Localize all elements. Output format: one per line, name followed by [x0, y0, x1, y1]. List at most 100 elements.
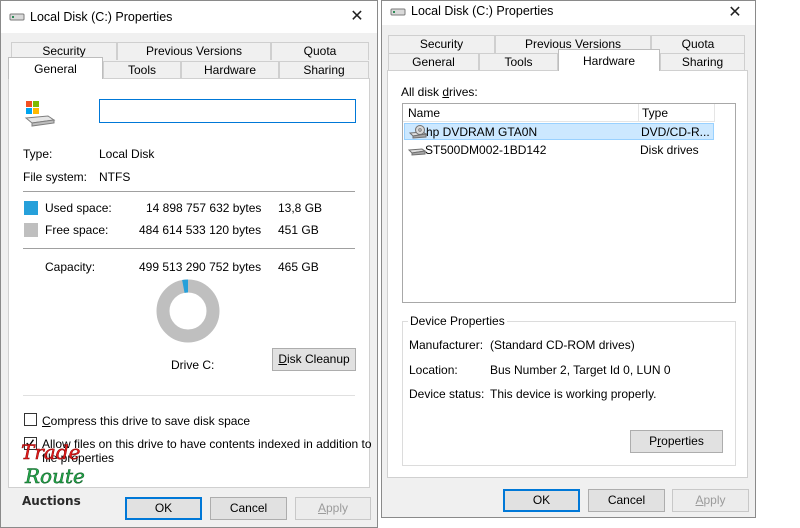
label-text: All disk	[401, 85, 443, 99]
title-bar[interactable]: Local Disk (C:) Properties ✕	[382, 1, 755, 25]
close-icon[interactable]: ✕	[343, 4, 371, 30]
type-value: Local Disk	[99, 147, 155, 161]
drive-name-input[interactable]	[99, 99, 356, 123]
tab-sharing[interactable]: Sharing	[279, 61, 369, 79]
tab-tools[interactable]: Tools	[103, 61, 181, 79]
tab-label: Tools	[504, 55, 533, 69]
filesystem-label: File system:	[23, 170, 88, 184]
tab-label: Security	[42, 44, 86, 58]
tab-label: Tools	[127, 63, 156, 77]
free-space-bytes: 484 614 533 120 bytes	[139, 223, 262, 237]
properties-button[interactable]: Properties	[630, 430, 723, 453]
drive-icon	[9, 13, 25, 21]
window-title: Local Disk (C:) Properties	[30, 10, 173, 24]
type-label: Type:	[23, 147, 53, 161]
tab-quota[interactable]: Quota	[651, 35, 745, 53]
ok-button[interactable]: OK	[503, 489, 580, 512]
divider	[23, 395, 355, 396]
manufacturer-label: Manufacturer:	[409, 338, 484, 352]
title-bar[interactable]: Local Disk (C:) Properties ✕	[1, 1, 377, 33]
drive-type: Disk drives	[640, 143, 699, 157]
used-space-swatch	[24, 201, 38, 215]
tab-tools[interactable]: Tools	[479, 53, 558, 71]
drive-name: ST500DM002-1BD142	[425, 143, 547, 157]
used-space-bytes: 14 898 757 632 bytes	[146, 201, 262, 215]
drive-label: Drive C:	[171, 358, 215, 372]
svg-text:Trade: Trade	[21, 441, 80, 464]
apply-button[interactable]: Apply	[672, 489, 749, 512]
tab-general[interactable]: General	[388, 53, 479, 71]
tab-general[interactable]: General	[8, 57, 103, 79]
svg-text:Route: Route	[24, 464, 85, 488]
free-space-label: Free space:	[45, 223, 109, 237]
drive-name: hp DVDRAM GTA0N	[426, 125, 538, 139]
label-text: ompress this drive to save disk space	[50, 414, 251, 428]
cancel-button[interactable]: Cancel	[210, 497, 287, 520]
capacity-bytes: 499 513 290 752 bytes	[139, 260, 262, 274]
device-properties-title: Device Properties	[408, 314, 507, 328]
used-space-label: Used space:	[45, 201, 112, 215]
location-label: Location:	[409, 363, 458, 377]
properties-dialog-hardware: Local Disk (C:) Properties ✕ Security Pr…	[381, 0, 756, 518]
location-value: Bus Number 2, Target Id 0, LUN 0	[490, 363, 671, 377]
tab-quota[interactable]: Quota	[271, 42, 369, 60]
free-space-swatch	[24, 223, 38, 237]
manufacturer-value: (Standard CD-ROM drives)	[490, 338, 635, 352]
tab-hardware[interactable]: Hardware	[181, 61, 279, 79]
tab-label: Security	[419, 37, 464, 51]
button-label: P	[649, 434, 658, 448]
drive-icon	[390, 8, 406, 16]
divider	[23, 191, 355, 192]
usage-donut-chart	[156, 279, 220, 343]
tab-label: Hardware	[203, 63, 257, 77]
properties-dialog-general: Local Disk (C:) Properties ✕ Security Pr…	[0, 0, 378, 528]
window-title: Local Disk (C:) Properties	[411, 4, 554, 18]
accelerator-key: D	[278, 352, 287, 366]
tab-hardware[interactable]: Hardware	[558, 49, 660, 71]
button-label: pply	[703, 493, 726, 507]
apply-button[interactable]: Apply	[295, 497, 371, 520]
tab-label: Quota	[681, 37, 715, 51]
tab-label: Sharing	[303, 63, 345, 77]
button-label: pply	[326, 501, 349, 515]
ok-button[interactable]: OK	[125, 497, 202, 520]
tab-label: General	[34, 62, 77, 76]
tab-security[interactable]: Security	[388, 35, 495, 53]
disk-cleanup-button[interactable]: Disk Cleanup	[272, 348, 356, 371]
column-header-type[interactable]: Type	[639, 104, 715, 122]
device-status-label: Device status:	[409, 387, 485, 401]
accelerator-key: A	[317, 501, 326, 515]
capacity-size: 465 GB	[278, 260, 319, 274]
tab-label: Hardware	[582, 54, 636, 68]
hard-drive-icon	[408, 148, 426, 156]
tab-label: Quota	[303, 44, 337, 58]
button-label: operties	[661, 434, 704, 448]
tab-label: Sharing	[681, 55, 724, 69]
hardware-panel: All disk drives: Name Type hp DVDRAM GTA…	[387, 70, 748, 478]
device-status-value: This device is working properly.	[490, 387, 657, 401]
column-header-name[interactable]: Name	[403, 104, 639, 122]
optical-drive-icon	[409, 125, 427, 139]
all-drives-label: All disk drives:	[401, 85, 478, 99]
divider	[23, 248, 355, 249]
list-item[interactable]: ST500DM002-1BD142 Disk drives	[404, 142, 714, 159]
tab-label: General	[412, 55, 455, 69]
drive-type: DVD/CD-R...	[641, 125, 710, 139]
cancel-button[interactable]: Cancel	[588, 489, 665, 512]
accelerator-key: C	[42, 414, 51, 428]
tab-sharing[interactable]: Sharing	[660, 53, 745, 71]
free-space-arc	[156, 279, 220, 343]
close-icon[interactable]: ✕	[721, 0, 749, 26]
general-panel: Type: Local Disk File system: NTFS Used …	[8, 78, 372, 488]
free-space-size: 451 GB	[278, 223, 319, 237]
drives-list[interactable]: Name Type hp DVDRAM GTA0N DVD/CD-R... ST…	[402, 103, 736, 303]
svg-text:Auctions: Auctions	[22, 494, 81, 508]
tab-previous-versions[interactable]: Previous Versions	[117, 42, 271, 60]
accelerator-key: A	[695, 493, 704, 507]
capacity-label: Capacity:	[45, 260, 96, 274]
label-text: rives:	[449, 85, 478, 99]
trade-route-watermark-logo: Trade Route Auctions	[21, 441, 85, 508]
compress-checkbox[interactable]	[24, 413, 37, 426]
list-item[interactable]: hp DVDRAM GTA0N DVD/CD-R...	[404, 123, 714, 140]
button-label: isk Cleanup	[286, 352, 350, 366]
